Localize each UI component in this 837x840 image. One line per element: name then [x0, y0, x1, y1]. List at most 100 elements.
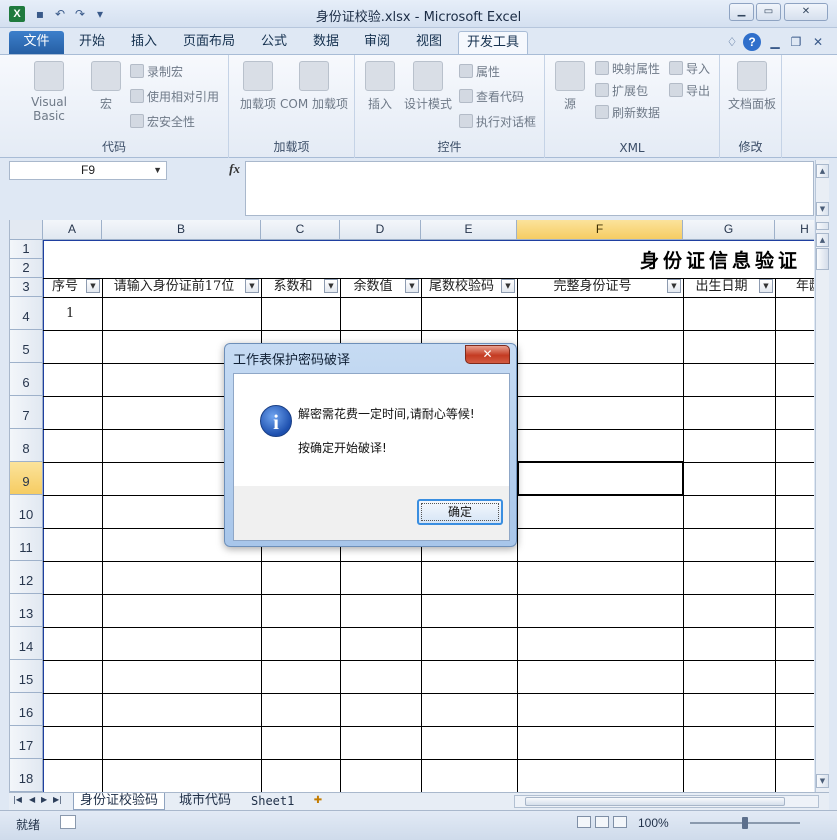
export-button[interactable]: 导出 — [669, 82, 710, 100]
map-properties-button[interactable]: 映射属性 — [595, 60, 660, 78]
filter-dropdown-icon[interactable]: ▼ — [86, 279, 100, 293]
com-addins-button[interactable]: COM 加载项 — [277, 61, 351, 112]
page-break-view-icon[interactable] — [613, 816, 627, 828]
macro-record-icon[interactable] — [60, 815, 76, 829]
ok-button[interactable]: 确定 — [417, 499, 503, 525]
row-header-12[interactable]: 12 — [10, 561, 43, 594]
view-code-button[interactable]: 查看代码 — [459, 88, 524, 106]
filter-dropdown-icon[interactable]: ▼ — [501, 279, 515, 293]
row-header-7[interactable]: 7 — [10, 396, 43, 429]
filter-dropdown-icon[interactable]: ▼ — [324, 279, 338, 293]
filter-dropdown-icon[interactable]: ▼ — [759, 279, 773, 293]
workbook-minimize-icon[interactable]: ▁ — [766, 33, 784, 51]
row-header-4[interactable]: 4 — [10, 297, 43, 330]
horizontal-scrollbar[interactable] — [514, 795, 819, 808]
import-button[interactable]: 导入 — [669, 60, 710, 78]
formula-input[interactable] — [245, 161, 814, 216]
vertical-scrollbar[interactable]: ▲ ▼ ▲ ▼ — [815, 160, 829, 792]
row-header-5[interactable]: 5 — [10, 330, 43, 363]
formula-collapse-icon[interactable]: ▼ — [816, 202, 829, 216]
insert-control-button[interactable]: 插入 — [363, 61, 397, 112]
workbook-close-icon[interactable]: ✕ — [809, 33, 827, 51]
row-header-9[interactable]: 9 — [10, 462, 43, 495]
row-header-11[interactable]: 11 — [10, 528, 43, 561]
column-header-d[interactable]: D — [340, 220, 421, 240]
chevron-down-icon[interactable]: ▼ — [153, 162, 162, 179]
window-close-button[interactable]: ✕ — [784, 3, 828, 21]
sheet-tab-city-code[interactable]: 城市代码 — [173, 793, 237, 810]
column-header-c[interactable]: C — [261, 220, 340, 240]
macro-security-button[interactable]: 宏安全性 — [130, 113, 195, 131]
horizontal-scroll-thumb[interactable] — [525, 797, 785, 806]
properties-button[interactable]: 属性 — [459, 63, 500, 81]
cell-a4[interactable]: 1 — [66, 306, 74, 321]
prev-sheet-icon[interactable]: ◀ — [29, 795, 35, 804]
row-header-8[interactable]: 8 — [10, 429, 43, 462]
scroll-up-icon[interactable]: ▲ — [816, 233, 829, 247]
dialog-close-button[interactable]: ✕ — [465, 345, 510, 364]
filter-dropdown-icon[interactable]: ▼ — [667, 279, 681, 293]
record-macro-button[interactable]: 录制宏 — [130, 63, 183, 81]
normal-view-icon[interactable] — [577, 816, 591, 828]
column-header-a[interactable]: A — [43, 220, 102, 240]
row-header-3[interactable]: 3 — [10, 278, 43, 297]
column-header-g[interactable]: G — [683, 220, 775, 240]
sheet-tab-id-check[interactable]: 身份证校验码 — [73, 793, 166, 810]
name-box[interactable]: F9 ▼ — [9, 161, 167, 180]
last-sheet-icon[interactable]: ▶| — [53, 795, 62, 804]
sheet-tab-sheet1[interactable]: Sheet1 — [245, 793, 300, 810]
tab-insert[interactable]: 插入 — [122, 31, 166, 54]
active-cell-f9[interactable] — [517, 461, 684, 496]
minimize-button[interactable]: ▁ — [729, 3, 754, 21]
addins-button[interactable]: 加载项 — [235, 61, 281, 112]
row-header-17[interactable]: 17 — [10, 726, 43, 759]
visual-basic-button[interactable]: Visual Basic — [14, 61, 84, 123]
row-header-6[interactable]: 6 — [10, 363, 43, 396]
zoom-slider-thumb[interactable] — [742, 817, 748, 829]
zoom-level[interactable]: 100% — [638, 816, 669, 830]
run-dialog-button[interactable]: 执行对话框 — [459, 113, 536, 131]
next-sheet-icon[interactable]: ▶ — [41, 795, 47, 804]
row-header-1[interactable]: 1 — [10, 240, 43, 259]
minimize-ribbon-icon[interactable]: ♢ — [723, 33, 741, 51]
tab-developer[interactable]: 开发工具 — [458, 31, 528, 54]
insert-sheet-icon[interactable]: ✚ — [307, 793, 329, 810]
row-header-10[interactable]: 10 — [10, 495, 43, 528]
design-mode-button[interactable]: 设计模式 — [402, 61, 454, 112]
macro-button[interactable]: 宏 — [90, 61, 122, 112]
select-all-corner[interactable] — [10, 220, 43, 240]
row-header-2[interactable]: 2 — [10, 259, 43, 278]
column-header-e[interactable]: E — [421, 220, 517, 240]
refresh-data-button[interactable]: 刷新数据 — [595, 104, 660, 122]
row-header-18[interactable]: 18 — [10, 759, 43, 792]
tab-page-layout[interactable]: 页面布局 — [176, 31, 242, 54]
scroll-down-icon[interactable]: ▼ — [816, 774, 829, 788]
scroll-thumb[interactable] — [816, 248, 829, 270]
column-header-f[interactable]: F — [517, 220, 683, 240]
insert-function-button[interactable]: fx — [229, 161, 240, 177]
xml-source-button[interactable]: 源 — [553, 61, 587, 112]
formula-expand-icon[interactable]: ▲ — [816, 164, 829, 178]
tab-file[interactable]: 文件 — [9, 31, 64, 54]
header-cell-age[interactable]: 年龄 — [776, 278, 814, 296]
header-cell-id-prefix[interactable]: 请输入身份证前17位 — [103, 278, 261, 296]
row-header-15[interactable]: 15 — [10, 660, 43, 693]
row-header-14[interactable]: 14 — [10, 627, 43, 660]
workbook-restore-icon[interactable]: ❐ — [787, 33, 805, 51]
document-panel-button[interactable]: 文档面板 — [724, 61, 780, 112]
expansion-packs-button[interactable]: 扩展包 — [595, 82, 648, 100]
split-handle[interactable] — [816, 222, 829, 230]
tab-home[interactable]: 开始 — [70, 31, 114, 54]
tab-data[interactable]: 数据 — [304, 31, 348, 54]
page-layout-view-icon[interactable] — [595, 816, 609, 828]
filter-dropdown-icon[interactable]: ▼ — [245, 279, 259, 293]
filter-dropdown-icon[interactable]: ▼ — [405, 279, 419, 293]
row-header-16[interactable]: 16 — [10, 693, 43, 726]
tab-formulas[interactable]: 公式 — [252, 31, 296, 54]
row-header-13[interactable]: 13 — [10, 594, 43, 627]
header-cell-full-id[interactable]: 完整身份证号 — [518, 278, 683, 296]
relative-reference-button[interactable]: 使用相对引用 — [130, 88, 219, 106]
help-icon[interactable]: ? — [743, 33, 761, 51]
tab-view[interactable]: 视图 — [407, 31, 451, 54]
column-header-b[interactable]: B — [102, 220, 261, 240]
